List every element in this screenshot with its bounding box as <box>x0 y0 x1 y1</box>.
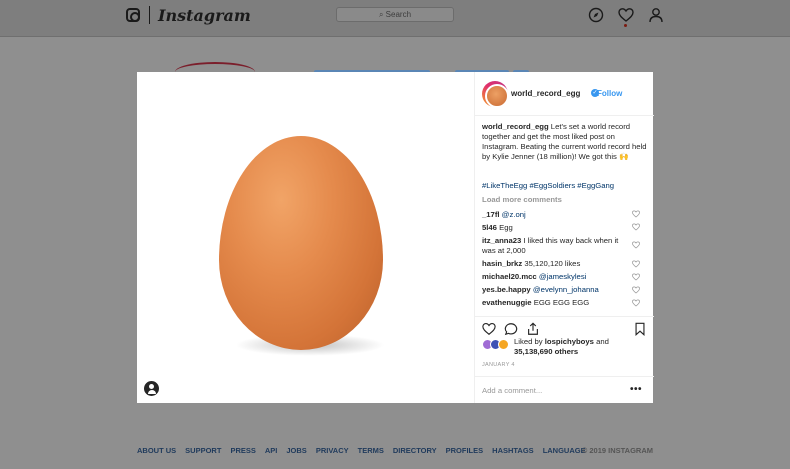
comment-username[interactable]: _17fl <box>482 210 500 219</box>
search-placeholder: Search <box>385 10 412 19</box>
top-navigation-bar: Instagram ⌕ Search <box>0 0 790 37</box>
comment: evathenuggie EGG EGG EGG <box>482 298 632 308</box>
comment: michael20.mcc @jameskylesi <box>482 272 632 282</box>
comment-like-heart-icon[interactable] <box>632 223 640 231</box>
post-modal: world_record_egg ✓ Follow world_record_e… <box>137 72 654 403</box>
tagged-users-icon[interactable] <box>144 381 159 396</box>
footer-link-press[interactable]: PRESS <box>230 446 255 455</box>
notification-dot <box>624 24 627 27</box>
avatar[interactable] <box>482 81 509 108</box>
egg-image <box>219 136 383 350</box>
comment-username[interactable]: yes.be.happy <box>482 285 531 294</box>
compass-icon[interactable] <box>588 7 604 23</box>
logo-divider <box>149 6 150 24</box>
comment-text[interactable]: @evelynn_johanna <box>533 285 599 294</box>
footer-link-api[interactable]: API <box>265 446 278 455</box>
comment-username[interactable]: hasin_brkz <box>482 259 522 268</box>
comment-like-heart-icon[interactable] <box>632 273 640 281</box>
liker-avatar <box>498 339 509 350</box>
comment: itz_anna23 I liked this way back when it… <box>482 236 632 256</box>
comment-text[interactable]: @z.onj <box>502 210 526 219</box>
caption-username[interactable]: world_record_egg <box>482 122 549 131</box>
post-actions <box>475 316 654 336</box>
footer-links: ABOUT US SUPPORT PRESS API JOBS PRIVACY … <box>137 446 653 455</box>
comment-like-heart-icon[interactable] <box>632 299 640 307</box>
copyright: © 2019 INSTAGRAM <box>581 446 653 455</box>
comment: _17fl @z.onj <box>482 210 632 220</box>
footer-link-jobs[interactable]: JOBS <box>286 446 306 455</box>
more-options-icon[interactable]: ••• <box>630 384 642 395</box>
post-date[interactable]: JANUARY 4 <box>482 362 515 368</box>
footer-link-language[interactable]: LANGUAGE <box>543 446 586 455</box>
comment-text: Egg <box>499 223 513 232</box>
comment-like-heart-icon[interactable] <box>632 260 640 268</box>
add-comment-input[interactable]: Add a comment... <box>482 386 542 395</box>
liked-by-and: and <box>596 337 609 346</box>
comment: 5l46 Egg <box>482 223 632 233</box>
search-input[interactable]: ⌕ Search <box>336 7 454 22</box>
add-comment-bar: Add a comment... ••• <box>475 376 654 403</box>
likes-summary: Liked by lospichyboys and 35,138,690 oth… <box>514 337 609 357</box>
comment-username[interactable]: michael20.mcc <box>482 272 537 281</box>
liked-by-user[interactable]: lospichyboys <box>545 337 594 346</box>
instagram-wordmark[interactable]: Instagram <box>158 6 251 25</box>
comment: hasin_brkz 35,120,120 likes <box>482 259 632 269</box>
comment-text: 35,120,120 likes <box>524 259 581 268</box>
like-heart-icon[interactable] <box>482 322 496 336</box>
post-header: world_record_egg ✓ Follow <box>475 72 654 116</box>
comment-text[interactable]: @jameskylesi <box>539 272 587 281</box>
instagram-logo-icon[interactable] <box>126 8 140 22</box>
comment-username[interactable]: evathenuggie <box>482 298 532 307</box>
liked-by-others[interactable]: 35,138,690 others <box>514 347 578 356</box>
footer-link-privacy[interactable]: PRIVACY <box>316 446 349 455</box>
share-icon[interactable] <box>526 322 540 336</box>
footer-link-hashtags[interactable]: HASHTAGS <box>492 446 534 455</box>
comment-like-heart-icon[interactable] <box>632 286 640 294</box>
comment: yes.be.happy @evelynn_johanna <box>482 285 632 295</box>
post-photo[interactable] <box>137 72 474 403</box>
follow-button[interactable]: Follow <box>597 89 622 98</box>
comment-username[interactable]: itz_anna23 <box>482 236 521 245</box>
post-username[interactable]: world_record_egg <box>511 89 580 98</box>
post-sidebar: world_record_egg ✓ Follow world_record_e… <box>474 72 654 403</box>
footer-link-support[interactable]: SUPPORT <box>185 446 221 455</box>
load-more-comments-button[interactable]: Load more comments <box>482 195 562 204</box>
comment-like-heart-icon[interactable] <box>632 241 640 249</box>
profile-icon[interactable] <box>648 7 664 23</box>
comment-like-heart-icon[interactable] <box>632 210 640 218</box>
comment-text: EGG EGG EGG <box>533 298 590 307</box>
post-caption: world_record_egg Let's set a world recor… <box>482 122 647 162</box>
footer-link-directory[interactable]: DIRECTORY <box>393 446 437 455</box>
caption-hashtags[interactable]: #LikeTheEgg #EggSoldiers #EggGang <box>482 181 614 190</box>
heart-icon[interactable] <box>618 7 634 23</box>
comment-username[interactable]: 5l46 <box>482 223 497 232</box>
footer-link-about[interactable]: ABOUT US <box>137 446 176 455</box>
liked-by-prefix: Liked by <box>514 337 543 346</box>
bookmark-icon[interactable] <box>633 322 647 336</box>
footer-link-terms[interactable]: TERMS <box>358 446 384 455</box>
footer-link-profiles[interactable]: PROFILES <box>446 446 484 455</box>
comment-bubble-icon[interactable] <box>504 322 518 336</box>
